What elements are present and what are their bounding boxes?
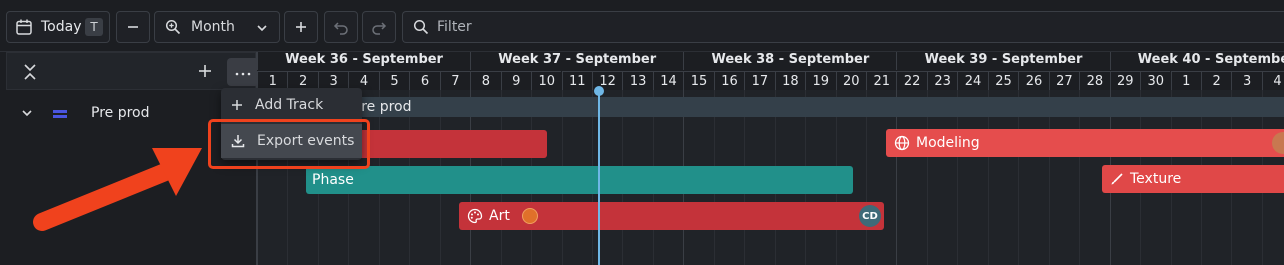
today-marker-line xyxy=(598,90,600,265)
brush-icon xyxy=(1110,172,1124,186)
day-label: 7 xyxy=(439,71,471,90)
event-label: Phase xyxy=(312,172,354,188)
status-dot xyxy=(521,208,538,224)
chevron-down-icon xyxy=(255,21,269,35)
event-label: Texture xyxy=(1130,171,1182,187)
ellipsis-icon xyxy=(235,64,251,80)
event-bar-art[interactable]: Art CD xyxy=(459,202,884,230)
event-bar-texture[interactable]: Texture xyxy=(1102,165,1284,193)
collapse-all-icon[interactable] xyxy=(23,63,37,85)
group-bar-pre-prod[interactable]: Pre prod xyxy=(257,97,1284,117)
day-label: 17 xyxy=(744,71,775,90)
day-label: 25 xyxy=(987,71,1019,90)
day-label: 30 xyxy=(1140,71,1171,90)
day-label: 15 xyxy=(683,71,714,90)
zoom-level-value: Month xyxy=(191,19,235,35)
highlight-annotation-box xyxy=(208,119,370,169)
day-label: 3 xyxy=(1231,71,1262,90)
today-label: Today xyxy=(41,19,82,35)
timeline-body: Pre prod Modeling Phase Texture Art CD xyxy=(257,90,1284,265)
track-color-icon xyxy=(53,104,67,123)
today-marker-handle xyxy=(594,86,604,96)
day-label: 5 xyxy=(378,71,410,90)
day-label: 14 xyxy=(652,71,684,90)
day-label: 8 xyxy=(470,71,501,90)
day-label: 1 xyxy=(1170,71,1201,90)
day-label: 19 xyxy=(805,71,836,90)
week-label: Week 36 - September xyxy=(257,52,470,70)
zoom-out-button[interactable] xyxy=(116,11,150,43)
day-label: 18 xyxy=(774,71,806,90)
undo-button[interactable] xyxy=(324,11,358,43)
filter-input[interactable] xyxy=(437,19,1037,35)
add-track-plus-icon[interactable] xyxy=(198,63,212,82)
week-label: Week 40 - September xyxy=(1109,52,1284,70)
event-label: Art xyxy=(489,208,510,224)
palette-icon xyxy=(467,208,483,224)
day-label: 29 xyxy=(1109,71,1141,90)
day-label: 6 xyxy=(409,71,440,90)
day-label: 13 xyxy=(622,71,653,90)
timeline-header: Week 36 - September Week 37 - September We… xyxy=(257,52,1284,90)
search-icon xyxy=(413,19,429,35)
today-shortcut-key: T xyxy=(85,18,103,36)
assignee-avatar[interactable]: CD xyxy=(859,205,881,227)
day-label: 26 xyxy=(1018,71,1049,90)
day-label: 10 xyxy=(531,71,562,90)
redo-button[interactable] xyxy=(362,11,396,43)
track-label: Pre prod xyxy=(91,105,150,121)
day-label: 9 xyxy=(500,71,532,90)
event-bar-phase[interactable]: Phase xyxy=(306,166,853,194)
day-label: 20 xyxy=(835,71,866,90)
week-label: Week 39 - September xyxy=(896,52,1109,70)
day-label: 24 xyxy=(957,71,988,90)
menu-item-label: Add Track xyxy=(255,97,324,113)
day-label: 11 xyxy=(561,71,592,90)
calendar-icon xyxy=(15,18,33,36)
day-label: 16 xyxy=(713,71,745,90)
day-label: 4 xyxy=(1261,71,1284,90)
globe-icon xyxy=(894,135,910,151)
menu-item-add-track[interactable]: Add Track xyxy=(221,88,362,122)
day-label: 22 xyxy=(896,71,927,90)
annotation-arrow-icon xyxy=(33,148,202,231)
zoom-in-button[interactable] xyxy=(284,11,318,43)
more-options-button[interactable] xyxy=(227,58,259,86)
day-label: 2 xyxy=(1200,71,1232,90)
day-label: 23 xyxy=(926,71,958,90)
toolbar: Today T Month xyxy=(0,0,1284,52)
filter-field[interactable] xyxy=(402,11,1284,43)
day-label: 21 xyxy=(866,71,897,90)
zoom-level-select[interactable]: Month xyxy=(154,11,280,43)
day-label: 28 xyxy=(1079,71,1110,90)
zoom-in-icon xyxy=(165,19,181,35)
event-bar-modeling[interactable]: Modeling xyxy=(886,129,1284,157)
avatar xyxy=(1272,132,1284,154)
sidebar-header xyxy=(6,52,259,90)
chevron-down-icon[interactable] xyxy=(21,104,33,123)
plus-icon xyxy=(294,20,308,34)
plus-icon xyxy=(231,99,243,111)
minus-icon xyxy=(126,20,140,34)
today-button[interactable]: Today T xyxy=(6,11,110,43)
event-label: Modeling xyxy=(916,135,980,151)
undo-icon xyxy=(333,19,349,35)
week-label: Week 38 - September xyxy=(683,52,896,70)
redo-icon xyxy=(371,19,387,35)
day-label: 27 xyxy=(1048,71,1080,90)
week-label: Week 37 - September xyxy=(470,52,683,70)
